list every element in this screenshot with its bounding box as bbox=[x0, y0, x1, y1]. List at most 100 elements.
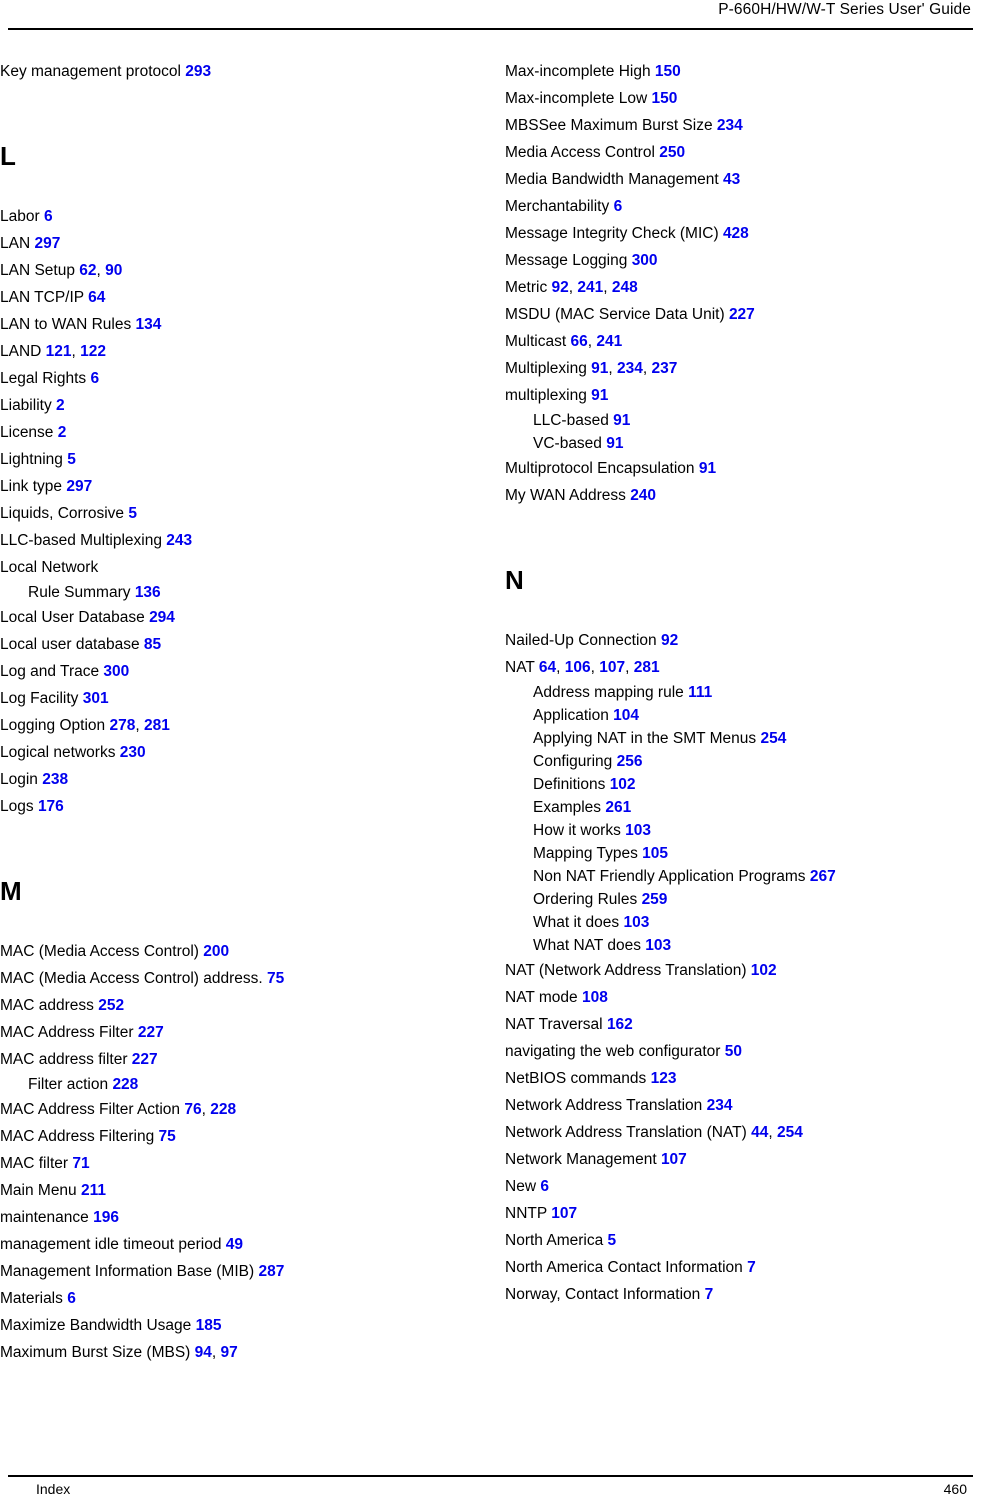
index-page-link[interactable]: 66 bbox=[570, 333, 587, 350]
index-page-link[interactable]: 256 bbox=[617, 753, 643, 770]
index-page-link[interactable]: 234 bbox=[717, 117, 743, 134]
index-page-link[interactable]: 64 bbox=[539, 659, 556, 676]
index-page-link[interactable]: 6 bbox=[44, 208, 53, 225]
index-entry-term: MAC (Media Access Control) bbox=[0, 943, 199, 960]
index-page-link[interactable]: 297 bbox=[34, 235, 60, 252]
index-page-link[interactable]: 227 bbox=[138, 1024, 164, 1041]
index-page-link[interactable]: 91 bbox=[591, 387, 608, 404]
index-page-link[interactable]: 92 bbox=[661, 632, 678, 649]
index-page-link[interactable]: 185 bbox=[196, 1317, 222, 1334]
index-page-link[interactable]: 91 bbox=[591, 360, 608, 377]
index-page-link[interactable]: 105 bbox=[642, 845, 668, 862]
index-page-link[interactable]: 103 bbox=[625, 822, 651, 839]
index-page-link[interactable]: 107 bbox=[551, 1205, 577, 1222]
index-page-link[interactable]: 278 bbox=[109, 717, 135, 734]
index-entry-term: MAC Address Filtering bbox=[0, 1128, 155, 1145]
index-page-link[interactable]: 2 bbox=[58, 424, 67, 441]
index-page-link[interactable]: 134 bbox=[136, 316, 162, 333]
index-page-link[interactable]: 7 bbox=[705, 1286, 714, 1303]
index-page-link[interactable]: 94 bbox=[195, 1344, 212, 1361]
index-page-link[interactable]: 428 bbox=[723, 225, 749, 242]
index-page-link[interactable]: 6 bbox=[90, 370, 99, 387]
index-page-link[interactable]: 7 bbox=[747, 1259, 756, 1276]
index-page-link[interactable]: 261 bbox=[605, 799, 631, 816]
index-page-link[interactable]: 294 bbox=[149, 609, 175, 626]
index-page-link[interactable]: 91 bbox=[613, 412, 630, 429]
index-page-link[interactable]: 234 bbox=[617, 360, 643, 377]
index-page-link[interactable]: 259 bbox=[642, 891, 668, 908]
index-page-link[interactable]: 162 bbox=[607, 1016, 633, 1033]
index-page-link[interactable]: 228 bbox=[210, 1101, 236, 1118]
index-page-link[interactable]: 102 bbox=[610, 776, 636, 793]
index-page-link[interactable]: 281 bbox=[634, 659, 660, 676]
index-page-link[interactable]: 102 bbox=[751, 962, 777, 979]
index-page-link[interactable]: 5 bbox=[608, 1232, 617, 1249]
index-page-link[interactable]: 200 bbox=[203, 943, 229, 960]
index-page-link[interactable]: 97 bbox=[221, 1344, 238, 1361]
index-page-link[interactable]: 50 bbox=[725, 1043, 742, 1060]
index-page-link[interactable]: 281 bbox=[144, 717, 170, 734]
index-page-link[interactable]: 240 bbox=[630, 487, 656, 504]
index-page-link[interactable]: 238 bbox=[42, 771, 68, 788]
index-page-link[interactable]: 85 bbox=[144, 636, 161, 653]
index-page-link[interactable]: 104 bbox=[613, 707, 639, 724]
index-page-link[interactable]: 44 bbox=[751, 1124, 768, 1141]
index-page-link[interactable]: 71 bbox=[72, 1155, 89, 1172]
index-page-link[interactable]: 6 bbox=[614, 198, 623, 215]
index-page-link[interactable]: 300 bbox=[103, 663, 129, 680]
index-page-link[interactable]: 107 bbox=[661, 1151, 687, 1168]
index-page-link[interactable]: 301 bbox=[83, 690, 109, 707]
index-page-link[interactable]: 150 bbox=[651, 90, 677, 107]
index-page-link[interactable]: 234 bbox=[707, 1097, 733, 1114]
index-page-link[interactable]: 111 bbox=[688, 684, 712, 701]
index-page-link[interactable]: 300 bbox=[632, 252, 658, 269]
index-page-link[interactable]: 64 bbox=[88, 289, 105, 306]
index-page-link[interactable]: 106 bbox=[565, 659, 591, 676]
index-page-link[interactable]: 287 bbox=[258, 1263, 284, 1280]
index-page-link[interactable]: 237 bbox=[652, 360, 678, 377]
index-page-link[interactable]: 241 bbox=[577, 279, 603, 296]
index-page-link[interactable]: 75 bbox=[267, 970, 284, 987]
index-page-link[interactable]: 241 bbox=[596, 333, 622, 350]
index-page-link[interactable]: 227 bbox=[132, 1051, 158, 1068]
index-page-link[interactable]: 248 bbox=[612, 279, 638, 296]
index-page-link[interactable]: 76 bbox=[184, 1101, 201, 1118]
index-page-link[interactable]: 6 bbox=[67, 1290, 76, 1307]
index-page-link[interactable]: 121 bbox=[46, 343, 72, 360]
index-page-link[interactable]: 211 bbox=[81, 1182, 106, 1199]
index-page-link[interactable]: 227 bbox=[729, 306, 755, 323]
index-page-link[interactable]: 107 bbox=[599, 659, 625, 676]
index-page-link[interactable]: 136 bbox=[135, 584, 161, 601]
index-page-link[interactable]: 252 bbox=[98, 997, 124, 1014]
index-page-link[interactable]: 297 bbox=[66, 478, 92, 495]
index-page-link[interactable]: 267 bbox=[810, 868, 836, 885]
index-page-link[interactable]: 230 bbox=[120, 744, 146, 761]
index-page-link[interactable]: 5 bbox=[67, 451, 76, 468]
index-page-link[interactable]: 5 bbox=[128, 505, 137, 522]
index-page-link[interactable]: 150 bbox=[655, 63, 681, 80]
index-page-link[interactable]: 91 bbox=[699, 460, 716, 477]
index-page-link[interactable]: 92 bbox=[552, 279, 569, 296]
index-page-link[interactable]: 196 bbox=[93, 1209, 119, 1226]
index-page-link[interactable]: 122 bbox=[80, 343, 106, 360]
index-page-link[interactable]: 228 bbox=[112, 1076, 138, 1093]
index-page-link[interactable]: 293 bbox=[185, 63, 211, 80]
index-page-link[interactable]: 103 bbox=[623, 914, 649, 931]
index-page-link[interactable]: 243 bbox=[166, 532, 192, 549]
index-page-link[interactable]: 2 bbox=[56, 397, 65, 414]
index-entry: MAC address filter 227 bbox=[0, 1046, 470, 1073]
index-page-link[interactable]: 6 bbox=[540, 1178, 549, 1195]
index-page-link[interactable]: 62 bbox=[79, 262, 96, 279]
index-page-link[interactable]: 123 bbox=[651, 1070, 677, 1087]
index-page-link[interactable]: 108 bbox=[582, 989, 608, 1006]
index-page-link[interactable]: 43 bbox=[723, 171, 740, 188]
index-page-link[interactable]: 176 bbox=[38, 798, 64, 815]
index-page-link[interactable]: 49 bbox=[226, 1236, 243, 1253]
index-page-link[interactable]: 250 bbox=[659, 144, 685, 161]
index-page-link[interactable]: 103 bbox=[645, 937, 671, 954]
index-page-link[interactable]: 90 bbox=[105, 262, 122, 279]
index-page-link[interactable]: 254 bbox=[760, 730, 786, 747]
index-page-link[interactable]: 254 bbox=[777, 1124, 803, 1141]
index-page-link[interactable]: 91 bbox=[606, 435, 623, 452]
index-page-link[interactable]: 75 bbox=[159, 1128, 176, 1145]
